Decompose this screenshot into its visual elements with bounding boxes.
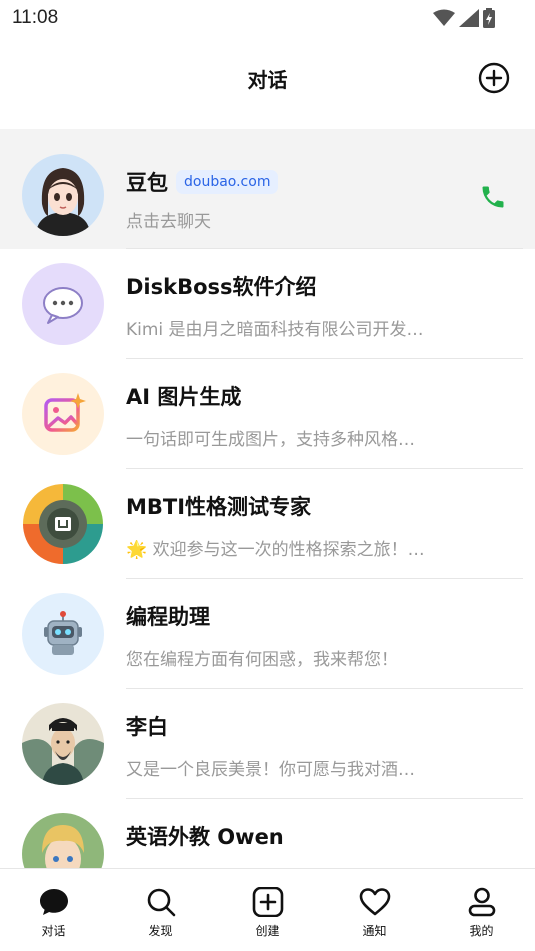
chat-subtitle: 您在编程方面有何困惑，我来帮您！ [126,650,398,670]
tab-label: 创建 [255,924,280,938]
chat-subtitle: 一句话即可生成图片，支持多种风格… [126,430,415,450]
chat-list: 豆包 doubao.com 点击去聊天 DiskBoss软件介绍 Kimi 是由… [0,129,535,868]
mbti-wheel-avatar [22,483,104,565]
robot-avatar [22,593,104,675]
chat-subtitle: Kimi 是由月之暗面科技有限公司开发… [126,320,424,340]
chat-item-mbti[interactable]: MBTI性格测试专家 🌟 欢迎参与这一次的性格探索之旅！… [0,469,535,579]
phone-icon [482,186,504,208]
domain-badge: doubao.com [176,170,279,194]
plus-square-icon [252,887,283,917]
chat-subtitle: 🌟 欢迎参与这一次的性格探索之旅！… [126,540,425,560]
chat-title: 豆包 doubao.com [126,167,279,197]
owen-avatar [22,813,104,868]
search-icon [147,888,175,917]
chat-title: 英语外教 Owen [126,825,284,849]
chat-title: AI 图片生成 [126,385,242,409]
new-chat-button[interactable] [478,62,510,94]
status-time: 11:08 [12,7,59,28]
heart-icon [359,888,390,916]
chat-bubble-avatar [22,263,104,345]
page-title: 对话 [247,68,288,92]
plus-circle-icon [478,62,510,94]
doubao-avatar [22,154,104,236]
tab-label: 对话 [41,924,66,938]
chat-item-owen[interactable]: 英语外教 Owen [0,799,535,868]
battery-icon [483,8,495,28]
chat-title: 编程助理 [126,605,210,629]
status-icons [433,8,495,28]
chat-subtitle: 又是一个良辰美景！你可愿与我对酒… [126,760,415,780]
chat-title: DiskBoss软件介绍 [126,275,317,299]
tab-profile[interactable]: 我的 [428,869,535,951]
chat-item-li-bai[interactable]: 李白 又是一个良辰美景！你可愿与我对酒… [0,689,535,799]
tab-create[interactable]: 创建 [214,869,321,951]
tab-chat[interactable]: 对话 [0,869,107,951]
bottom-tab-bar: 对话 发现 创建 通知 我的 [0,868,535,951]
tab-label: 我的 [469,924,494,938]
tab-label: 发现 [148,924,173,938]
tab-label: 通知 [362,924,387,938]
chat-title: MBTI性格测试专家 [126,495,312,519]
li-bai-avatar [22,703,104,785]
chat-item-diskboss[interactable]: DiskBoss软件介绍 Kimi 是由月之暗面科技有限公司开发… [0,249,535,359]
call-button[interactable] [479,183,507,211]
cell-signal-icon [459,9,479,27]
tab-notifications[interactable]: 通知 [321,869,428,951]
chat-item-coding-assistant[interactable]: 编程助理 您在编程方面有何困惑，我来帮您！ [0,579,535,689]
chat-subtitle: 点击去聊天 [126,212,211,232]
image-sparkle-avatar [22,373,104,455]
wifi-icon [433,9,455,26]
chat-title-text: 豆包 [126,171,168,195]
person-icon [468,887,495,917]
chat-bubble-icon [39,889,68,915]
header: 对话 [0,38,535,118]
status-bar: 11:08 [0,0,535,38]
chat-item-doubao[interactable]: 豆包 doubao.com 点击去聊天 [0,129,535,249]
chat-title: 李白 [126,715,168,739]
chat-item-ai-image[interactable]: AI 图片生成 一句话即可生成图片，支持多种风格… [0,359,535,469]
tab-discover[interactable]: 发现 [107,869,214,951]
